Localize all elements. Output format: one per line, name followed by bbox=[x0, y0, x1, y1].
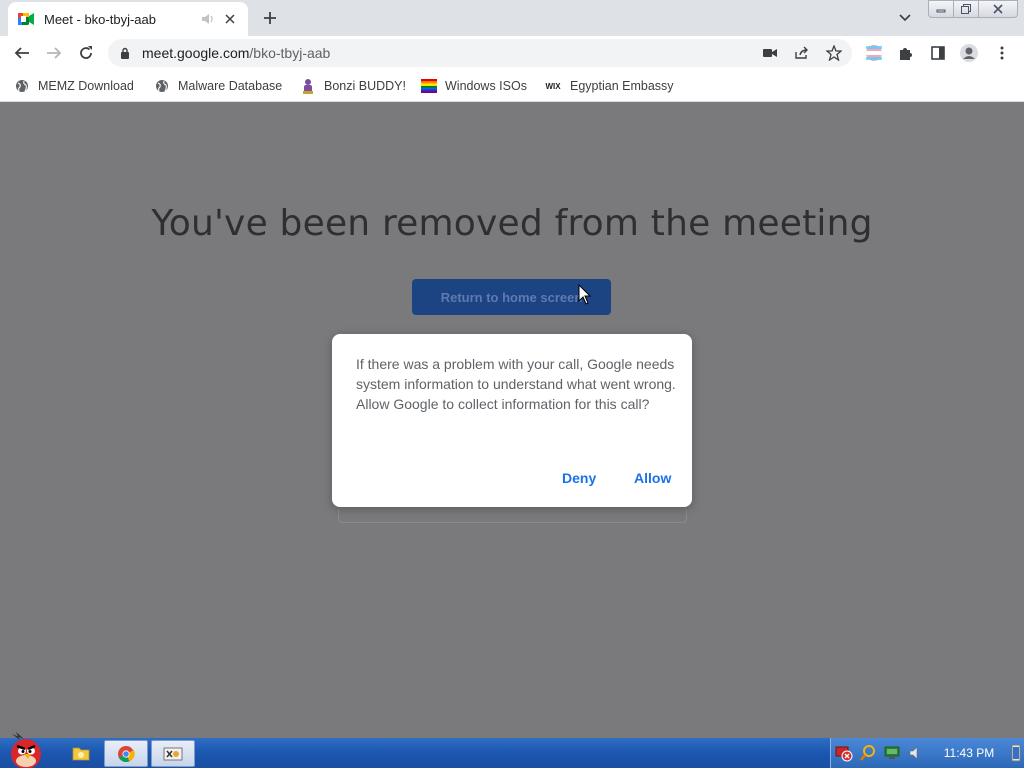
pride-extension-icon[interactable] bbox=[863, 42, 885, 64]
window-app-icon bbox=[163, 747, 183, 760]
bookmark-bonzi-buddy[interactable]: Bonzi BUDDY! bbox=[300, 77, 406, 95]
diagnostics-consent-dialog: If there was a problem with your call, G… bbox=[332, 334, 692, 507]
reload-button[interactable] bbox=[74, 41, 98, 65]
url-text: meet.google.com/bko-tbyj-aab bbox=[142, 45, 330, 61]
globe-icon bbox=[14, 78, 30, 94]
quick-launch-folder-icon[interactable] bbox=[70, 742, 92, 764]
tab-strip: Meet - bko-tbyj-aab bbox=[0, 0, 1024, 36]
volume-icon[interactable] bbox=[907, 744, 925, 762]
mouse-cursor-icon bbox=[578, 284, 592, 305]
profile-avatar-icon[interactable] bbox=[958, 42, 980, 64]
bookmark-memz-download[interactable]: MEMZ Download bbox=[14, 77, 134, 95]
network-error-icon[interactable] bbox=[835, 744, 853, 762]
restore-button[interactable] bbox=[953, 0, 979, 18]
start-button-angry-bird-icon[interactable] bbox=[4, 730, 48, 768]
bookmark-star-icon[interactable] bbox=[824, 43, 844, 63]
url-host: meet.google.com bbox=[142, 45, 250, 61]
extensions-puzzle-icon[interactable] bbox=[895, 42, 917, 64]
minimize-icon bbox=[936, 9, 946, 13]
close-window-button[interactable] bbox=[978, 0, 1018, 18]
monitor-icon[interactable] bbox=[883, 744, 901, 762]
bookmarks-bar: MEMZ Download Malware Database Bonzi BUD… bbox=[0, 70, 1024, 102]
bookmark-label: Egyptian Embassy bbox=[570, 79, 674, 93]
google-meet-icon bbox=[18, 11, 34, 27]
wix-icon: WIX bbox=[545, 81, 561, 91]
new-tab-button[interactable] bbox=[258, 7, 282, 29]
globe-icon bbox=[154, 78, 170, 94]
bookmark-label: Malware Database bbox=[178, 79, 283, 93]
forward-arrow-icon bbox=[47, 47, 62, 59]
bookmark-malware-database[interactable]: Malware Database bbox=[154, 77, 282, 95]
bookmark-label: MEMZ Download bbox=[38, 79, 134, 93]
camera-icon[interactable] bbox=[760, 43, 780, 63]
feedback-card-edge bbox=[338, 509, 687, 523]
back-button[interactable] bbox=[10, 41, 34, 65]
bookmark-label: Bonzi BUDDY! bbox=[324, 79, 406, 93]
tab-meet[interactable]: Meet - bko-tbyj-aab bbox=[8, 2, 248, 36]
bookmark-egyptian-embassy[interactable]: WIX Egyptian Embassy bbox=[544, 77, 674, 95]
allow-button[interactable]: Allow bbox=[634, 470, 671, 486]
kebab-menu-icon[interactable] bbox=[991, 42, 1013, 64]
reload-icon bbox=[80, 46, 92, 59]
taskbar-app-button[interactable] bbox=[151, 740, 195, 767]
page-title: You've been removed from the meeting bbox=[151, 203, 873, 244]
bookmark-windows-isos[interactable]: Windows ISOs bbox=[421, 77, 527, 95]
share-icon[interactable] bbox=[792, 43, 812, 63]
bonzi-icon bbox=[300, 78, 316, 94]
search-magnifier-icon[interactable] bbox=[859, 744, 877, 762]
address-bar[interactable]: meet.google.com/bko-tbyj-aab bbox=[108, 39, 852, 67]
forward-button[interactable] bbox=[42, 41, 66, 65]
dialog-message: If there was a problem with your call, G… bbox=[356, 356, 676, 412]
chrome-icon bbox=[118, 745, 135, 762]
rainbow-flag-icon bbox=[421, 78, 437, 94]
deny-button[interactable]: Deny bbox=[562, 470, 596, 486]
plus-icon bbox=[264, 12, 276, 24]
side-panel-icon[interactable] bbox=[927, 42, 949, 64]
lock-icon[interactable] bbox=[118, 46, 132, 60]
minimize-button[interactable] bbox=[928, 0, 954, 18]
close-icon bbox=[993, 4, 1003, 14]
show-desktop-icon[interactable] bbox=[1008, 744, 1024, 762]
speaker-icon[interactable] bbox=[200, 11, 216, 27]
bookmark-label: Windows ISOs bbox=[445, 79, 527, 93]
restore-icon bbox=[961, 4, 971, 14]
chevron-down-icon bbox=[899, 14, 911, 22]
url-path: /bko-tbyj-aab bbox=[249, 45, 331, 61]
close-tab-icon[interactable] bbox=[222, 11, 238, 27]
taskbar-chrome-button[interactable] bbox=[104, 740, 148, 767]
tab-title: Meet - bko-tbyj-aab bbox=[44, 11, 156, 27]
tab-search-button[interactable] bbox=[896, 9, 914, 27]
back-arrow-icon bbox=[14, 47, 29, 59]
taskbar-clock[interactable]: 11:43 PM bbox=[934, 746, 1004, 760]
